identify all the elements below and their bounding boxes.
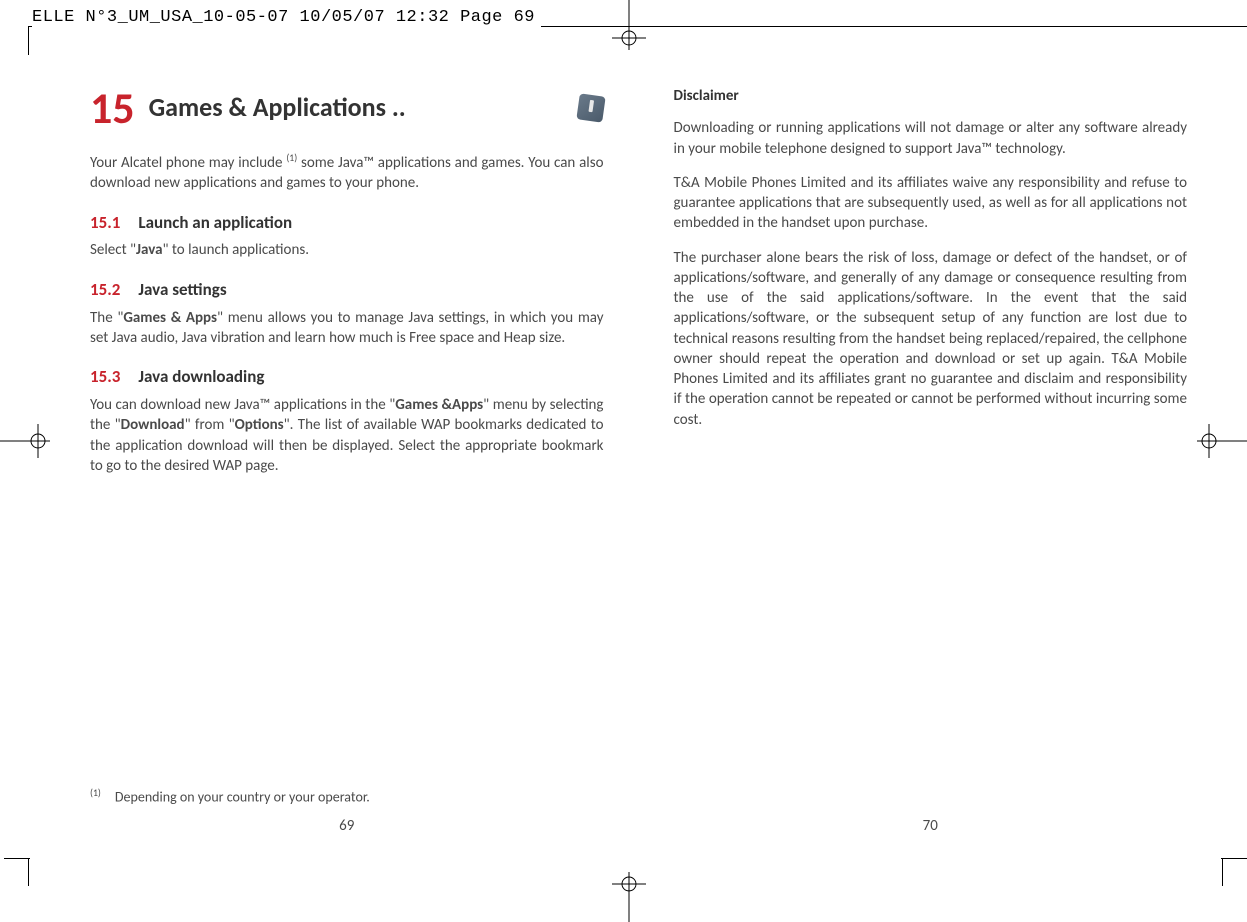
text: Your Alcatel phone may include: [90, 154, 286, 172]
page-70: Disclaimer Downloading or running applic…: [674, 86, 1188, 842]
text: You can download new Java™ applications …: [90, 396, 395, 414]
registration-mark-icon: [612, 0, 646, 50]
footnote-text: Depending on your country or your operat…: [115, 789, 370, 806]
disclaimer-paragraph: The purchaser alone bears the risk of lo…: [674, 248, 1188, 430]
text: The ": [90, 309, 123, 327]
text: " to launch applications.: [163, 241, 309, 259]
bold-text: Download: [121, 416, 185, 434]
section-number: 15.3: [90, 366, 120, 389]
crop-mark: [1222, 858, 1223, 886]
bold-text: Games & Apps: [123, 309, 217, 327]
section-body: Select "Java" to launch applications.: [90, 240, 604, 260]
footnote-mark: (1): [90, 787, 101, 799]
section-body: You can download new Java™ applications …: [90, 395, 604, 476]
section-title: Java downloading: [138, 366, 264, 389]
registration-mark-icon: [1197, 424, 1247, 458]
footnote: (1) Depending on your country or your ope…: [90, 787, 370, 808]
page-number: 69: [339, 816, 354, 836]
crop-mark: [4, 858, 30, 859]
section-heading-15-2: 15.2 Java settings: [90, 279, 604, 302]
crop-mark: [1221, 858, 1247, 859]
java-app-icon: [576, 93, 605, 122]
footnote-ref: (1): [286, 152, 297, 164]
bold-text: Java: [136, 241, 162, 259]
section-body: The "Games & Apps" menu allows you to ma…: [90, 308, 604, 349]
disclaimer-heading: Disclaimer: [674, 86, 1188, 106]
section-number: 15.2: [90, 279, 120, 302]
page-spread: 15 Games & Applications .. Your Alcatel …: [90, 86, 1187, 842]
print-header: ELLE N°3_UM_USA_10-05-07 10/05/07 12:32 …: [32, 8, 541, 27]
chapter-number: 15: [90, 86, 135, 130]
text: Select ": [90, 241, 136, 259]
bold-text: Games &Apps: [395, 396, 483, 414]
bold-text: Options: [235, 416, 284, 434]
section-number: 15.1: [90, 212, 120, 235]
crop-mark: [28, 27, 29, 55]
disclaimer-paragraph: T&A Mobile Phones Limited and its affili…: [674, 173, 1188, 234]
section-title: Launch an application: [138, 212, 292, 235]
intro-paragraph: Your Alcatel phone may include (1) some …: [90, 152, 604, 194]
chapter-title: Games & Applications ..: [149, 90, 564, 125]
disclaimer-paragraph: Downloading or running applications will…: [674, 118, 1188, 159]
section-title: Java settings: [138, 279, 226, 302]
page-number: 70: [923, 816, 938, 836]
page-69: 15 Games & Applications .. Your Alcatel …: [90, 86, 604, 842]
chapter-heading: 15 Games & Applications ..: [90, 86, 604, 130]
crop-mark: [28, 858, 29, 886]
registration-mark-icon: [612, 872, 646, 922]
section-heading-15-1: 15.1 Launch an application: [90, 212, 604, 235]
registration-mark-icon: [0, 424, 50, 458]
text: " from ": [185, 416, 235, 434]
section-heading-15-3: 15.3 Java downloading: [90, 366, 604, 389]
